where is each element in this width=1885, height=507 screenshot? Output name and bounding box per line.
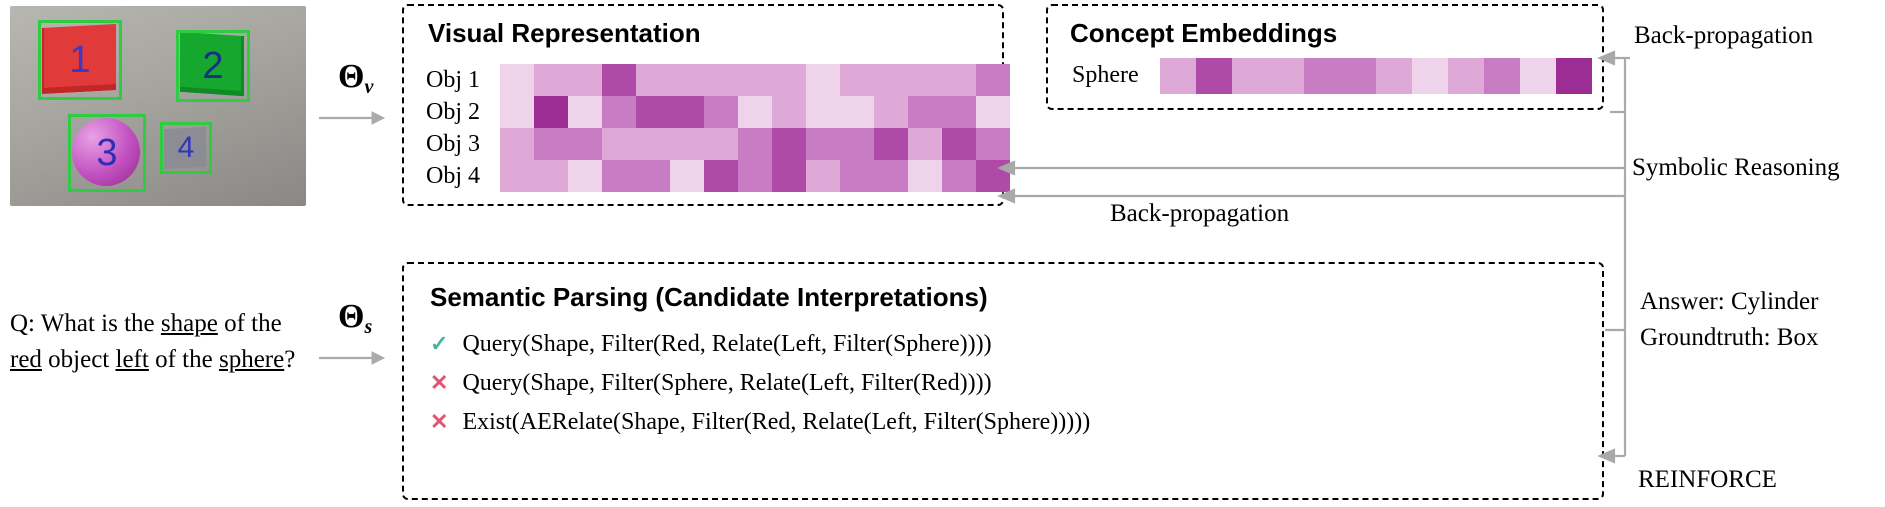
flow-arrows xyxy=(0,0,1885,507)
